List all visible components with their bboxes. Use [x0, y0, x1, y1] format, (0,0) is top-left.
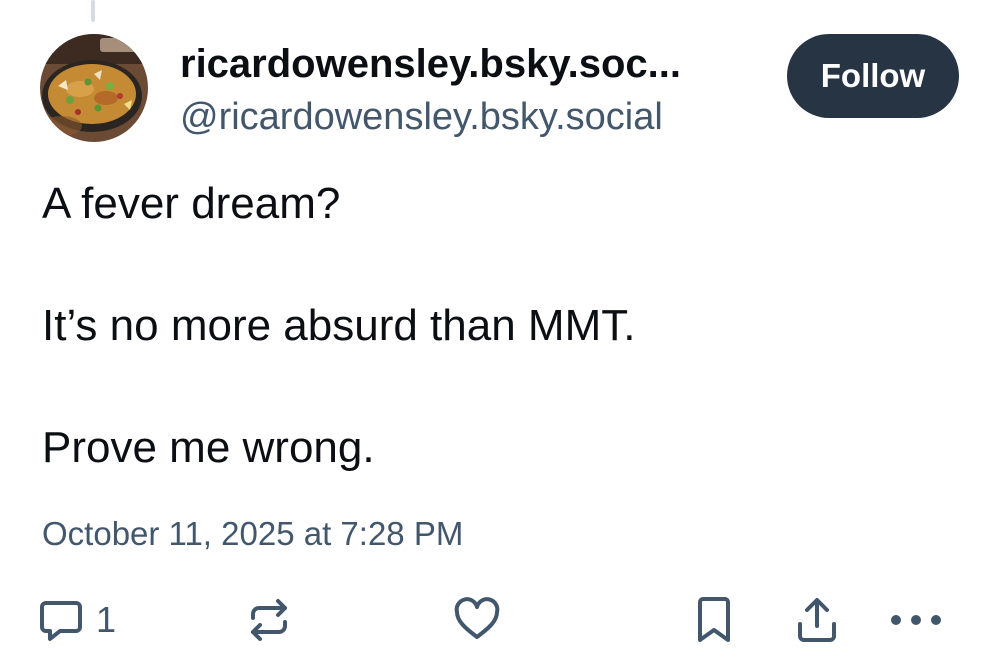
more-dots-icon	[891, 615, 941, 625]
repost-button[interactable]	[245, 588, 293, 652]
heart-icon	[454, 597, 500, 639]
bookmark-icon	[698, 597, 730, 642]
like-button[interactable]	[453, 588, 501, 652]
bookmark-button[interactable]	[692, 588, 736, 652]
avatar[interactable]	[40, 34, 148, 142]
post-text-line: Prove me wrong.	[42, 423, 375, 472]
follow-button[interactable]: Follow	[787, 34, 959, 118]
more-options-button[interactable]	[888, 588, 944, 652]
reply-count: 1	[96, 599, 117, 640]
repost-icon	[251, 599, 287, 641]
author-handle[interactable]: @ricardowensley.bsky.social	[180, 92, 663, 142]
post-text-line: It’s no more absurd than MMT.	[42, 301, 636, 350]
post-action-bar: 1	[0, 588, 1000, 652]
author-display-name[interactable]: ricardowensley.bsky.soc...	[180, 38, 770, 90]
share-button[interactable]	[794, 588, 840, 652]
reply-button[interactable]: 1	[38, 588, 116, 652]
reply-bubble-icon	[40, 601, 82, 641]
thread-connector-line	[91, 0, 95, 22]
post-text-line: A fever dream?	[42, 179, 341, 228]
share-icon	[798, 598, 836, 642]
post-timestamp[interactable]: October 11, 2025 at 7:28 PM	[42, 512, 463, 556]
paella-pan-avatar-icon	[40, 34, 148, 142]
